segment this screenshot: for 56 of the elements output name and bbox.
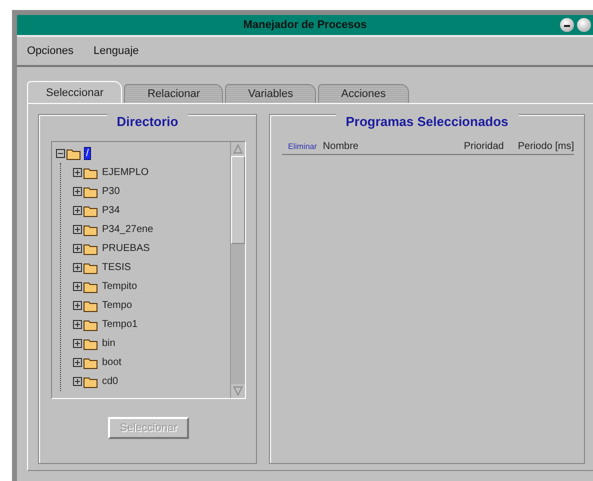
window-title: Manejador de Procesos [243, 19, 367, 31]
tab[interactable]: Acciones [318, 84, 409, 103]
column-header: Prioridad [464, 141, 504, 152]
menu-item[interactable]: Opciones [27, 45, 74, 57]
tree-item[interactable]: P30 [101, 186, 121, 197]
folder-icon [83, 336, 99, 350]
folder-icon [83, 318, 99, 332]
folder-icon [66, 146, 82, 160]
folder-icon [83, 242, 99, 256]
minimize-button[interactable] [560, 18, 574, 32]
group-title: Directorio [106, 114, 188, 129]
tree-item[interactable]: bin [101, 338, 116, 349]
scroll-bar[interactable] [230, 142, 245, 398]
tab[interactable]: Variables [225, 84, 316, 103]
folder-icon [83, 280, 99, 294]
menu-item[interactable]: Lenguaje [93, 45, 139, 57]
expand-icon[interactable] [73, 225, 82, 234]
folder-icon [83, 356, 99, 370]
tree-item[interactable]: Tempo [101, 300, 134, 311]
tree-item[interactable]: EJEMPLO [101, 167, 150, 178]
group-title: Programas Seleccionados [336, 114, 518, 129]
tree-item[interactable]: boot [101, 357, 122, 368]
expand-icon[interactable] [73, 263, 82, 272]
folder-icon [83, 298, 99, 312]
expand-icon[interactable] [73, 282, 82, 291]
collapse-icon[interactable] [56, 149, 65, 158]
folder-icon [83, 184, 99, 198]
tab[interactable]: Relacionar [124, 84, 224, 103]
column-header: Periodo [ms] [518, 141, 574, 152]
tree-item[interactable]: P34_27ene [101, 224, 154, 235]
expand-icon[interactable] [73, 301, 82, 310]
tree-item[interactable]: PRUEBAS [101, 243, 151, 254]
expand-icon[interactable] [73, 206, 82, 215]
scroll-thumb[interactable] [231, 156, 245, 244]
folder-icon [83, 166, 99, 180]
expand-icon[interactable] [73, 187, 82, 196]
tree-item[interactable]: Tempo1 [101, 319, 139, 330]
column-header: Nombre [322, 141, 360, 152]
expand-icon[interactable] [73, 358, 82, 367]
expand-icon[interactable] [73, 244, 82, 253]
tree-item[interactable]: Tempito [101, 281, 138, 292]
folder-icon [83, 260, 99, 274]
delete-link[interactable]: Eliminar [288, 142, 317, 151]
folder-icon [83, 204, 99, 218]
tree-item[interactable]: TESIS [101, 262, 132, 273]
folder-icon [83, 374, 99, 388]
close-button[interactable] [577, 18, 591, 32]
tree-item[interactable]: P34 [101, 205, 121, 216]
folder-icon [83, 222, 99, 236]
expand-icon[interactable] [73, 320, 82, 329]
expand-icon[interactable] [73, 339, 82, 348]
tree-item[interactable]: / [84, 147, 91, 160]
tab[interactable]: Seleccionar [27, 81, 122, 103]
expand-icon[interactable] [73, 377, 82, 386]
tree-item[interactable]: cd0 [101, 376, 120, 387]
expand-icon[interactable] [73, 168, 82, 177]
